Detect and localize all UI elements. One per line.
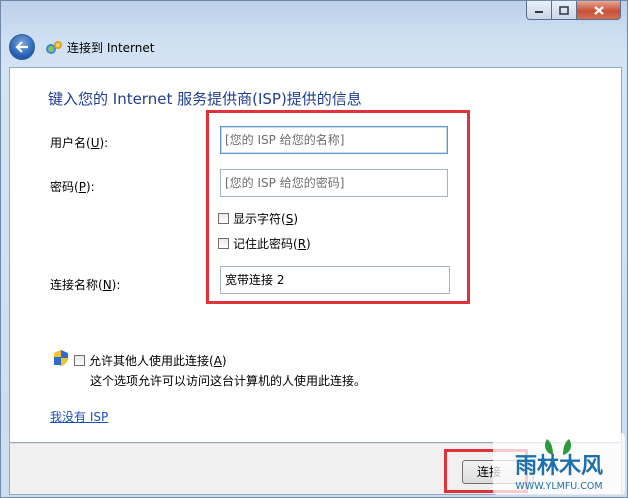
window-frame: 连接到 Internet 键入您的 Internet 服务提供商(ISP)提供的… [0,0,628,498]
svg-text:WWW.YLMFU.COM: WWW.YLMFU.COM [515,481,602,492]
connection-name-label: 连接名称(N): [50,278,121,292]
caption-buttons [526,1,621,21]
window-title: 连接到 Internet [67,40,155,55]
content-panel: 键入您的 Internet 服务提供商(ISP)提供的信息 用户名(U): [您… [9,67,622,443]
maximize-button[interactable] [552,1,577,20]
close-icon [593,5,604,15]
svg-text:雨林木风: 雨林木风 [515,454,603,479]
navigation-bar: 连接到 Internet [9,31,154,63]
back-button[interactable] [9,34,35,60]
uac-shield-icon [54,350,68,366]
close-button[interactable] [577,1,621,20]
username-label: 用户名(U): [50,136,109,150]
maximize-icon [559,5,569,15]
page-heading: 键入您的 Internet 服务提供商(ISP)提供的信息 [48,90,362,108]
allow-others-description: 这个选项允许可以访问这台计算机的人使用此连接。 [90,374,367,388]
minimize-button[interactable] [526,1,552,20]
highlight-box-fields [206,110,470,304]
allow-others-checkbox[interactable]: 允许其他人使用此连接(A) [74,352,227,369]
password-label: 密码(P): [50,180,95,194]
watermark-logo: 雨林木风 WWW.YLMFU.COM [493,433,625,495]
back-arrow-icon [15,41,28,53]
network-icon [46,41,62,54]
allow-others-label: 允许其他人使用此连接(A) [89,354,227,368]
no-isp-link[interactable]: 我没有 ISP [50,408,108,425]
checkbox-box[interactable] [74,355,85,366]
minimize-icon [535,11,543,13]
